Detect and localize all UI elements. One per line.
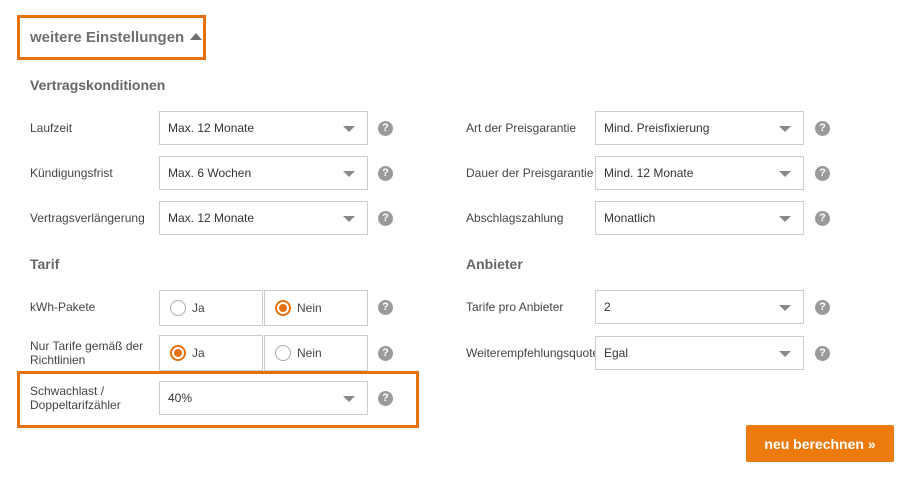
abschlagszahlung-select[interactable]: Monatlich bbox=[595, 201, 804, 235]
schwachlast-select[interactable]: 40% bbox=[159, 381, 368, 415]
kuendigungsfrist-value: Max. 6 Wochen bbox=[168, 166, 252, 180]
help-icon[interactable]: ? bbox=[815, 121, 830, 136]
chevron-down-icon bbox=[343, 126, 355, 132]
richtlinien-option-nein[interactable]: Nein bbox=[264, 335, 368, 371]
preisgarantie-art-select[interactable]: Mind. Preisfixierung bbox=[595, 111, 804, 145]
kuendigungsfrist-label: Kündigungsfrist bbox=[30, 166, 113, 180]
vertragsverlaengerung-select[interactable]: Max. 12 Monate bbox=[159, 201, 368, 235]
settings-toggle[interactable]: weitere Einstellungen bbox=[17, 15, 206, 60]
chevron-down-icon bbox=[779, 351, 791, 357]
kuendigungsfrist-select[interactable]: Max. 6 Wochen bbox=[159, 156, 368, 190]
laufzeit-label: Laufzeit bbox=[30, 121, 73, 135]
chevron-down-icon bbox=[779, 126, 791, 132]
chevron-down-icon bbox=[779, 305, 791, 311]
laufzeit-value: Max. 12 Monate bbox=[168, 121, 255, 135]
section-title-tarif: Tarif bbox=[30, 256, 60, 272]
kwh-pakete-option-ja-label: Ja bbox=[192, 301, 205, 315]
help-icon[interactable]: ? bbox=[815, 346, 830, 361]
preisgarantie-dauer-label: Dauer der Preisgarantie bbox=[466, 166, 594, 180]
section-title-anbieter: Anbieter bbox=[466, 256, 523, 272]
kwh-pakete-option-nein[interactable]: Nein bbox=[264, 290, 368, 326]
abschlagszahlung-label: Abschlagszahlung bbox=[466, 211, 564, 225]
help-icon[interactable]: ? bbox=[815, 166, 830, 181]
radio-unchecked-icon bbox=[170, 300, 186, 316]
settings-toggle-label: weitere Einstellungen bbox=[30, 29, 185, 46]
radio-checked-icon bbox=[170, 345, 186, 361]
kwh-pakete-option-nein-label: Nein bbox=[297, 301, 322, 315]
richtlinien-label: Nur Tarife gemäß der Richtlinien bbox=[30, 339, 143, 367]
caret-up-icon bbox=[190, 33, 203, 40]
vertragsverlaengerung-label: Vertragsverlängerung bbox=[30, 211, 145, 225]
schwachlast-label: Schwachlast / Doppeltarifzähler bbox=[30, 384, 121, 412]
help-icon[interactable]: ? bbox=[378, 346, 393, 361]
radio-checked-icon bbox=[275, 300, 291, 316]
preisgarantie-dauer-select[interactable]: Mind. 12 Monate bbox=[595, 156, 804, 190]
help-icon[interactable]: ? bbox=[378, 300, 393, 315]
tarife-pro-anbieter-label: Tarife pro Anbieter bbox=[466, 300, 564, 314]
laufzeit-select[interactable]: Max. 12 Monate bbox=[159, 111, 368, 145]
richtlinien-option-nein-label: Nein bbox=[297, 346, 322, 360]
help-icon[interactable]: ? bbox=[815, 300, 830, 315]
chevron-down-icon bbox=[343, 216, 355, 222]
tarife-pro-anbieter-select[interactable]: 2 bbox=[595, 290, 804, 324]
kwh-pakete-option-ja[interactable]: Ja bbox=[159, 290, 263, 326]
help-icon[interactable]: ? bbox=[378, 211, 393, 226]
vertragsverlaengerung-value: Max. 12 Monate bbox=[168, 211, 255, 225]
weiterempfehlungsquote-select[interactable]: Egal bbox=[595, 336, 804, 370]
richtlinien-option-ja[interactable]: Ja bbox=[159, 335, 263, 371]
preisgarantie-art-label: Art der Preisgarantie bbox=[466, 121, 577, 135]
tarife-pro-anbieter-value: 2 bbox=[604, 300, 611, 314]
help-icon[interactable]: ? bbox=[815, 211, 830, 226]
weiterempfehlungsquote-value: Egal bbox=[604, 346, 629, 360]
kwh-pakete-label: kWh-Pakete bbox=[30, 300, 96, 314]
chevron-down-icon bbox=[343, 171, 355, 177]
richtlinien-option-ja-label: Ja bbox=[192, 346, 205, 360]
chevron-down-icon bbox=[779, 171, 791, 177]
weiterempfehlungsquote-label: Weiterempfehlungsquote bbox=[466, 346, 600, 360]
chevron-down-icon bbox=[779, 216, 791, 222]
schwachlast-value: 40% bbox=[168, 391, 193, 405]
richtlinien-label-line2: Richtlinien bbox=[30, 353, 86, 367]
schwachlast-label-line1: Schwachlast / bbox=[30, 384, 105, 398]
richtlinien-label-line1: Nur Tarife gemäß der bbox=[30, 339, 144, 353]
help-icon[interactable]: ? bbox=[378, 391, 393, 406]
radio-unchecked-icon bbox=[275, 345, 291, 361]
preisgarantie-dauer-value: Mind. 12 Monate bbox=[604, 166, 694, 180]
abschlagszahlung-value: Monatlich bbox=[604, 211, 656, 225]
chevron-down-icon bbox=[343, 396, 355, 402]
section-title-vertragskonditionen: Vertragskonditionen bbox=[30, 77, 166, 93]
recalculate-button[interactable]: neu berechnen » bbox=[746, 425, 894, 462]
help-icon[interactable]: ? bbox=[378, 121, 393, 136]
schwachlast-label-line2: Doppeltarifzähler bbox=[30, 398, 121, 412]
help-icon[interactable]: ? bbox=[378, 166, 393, 181]
preisgarantie-art-value: Mind. Preisfixierung bbox=[604, 121, 710, 135]
